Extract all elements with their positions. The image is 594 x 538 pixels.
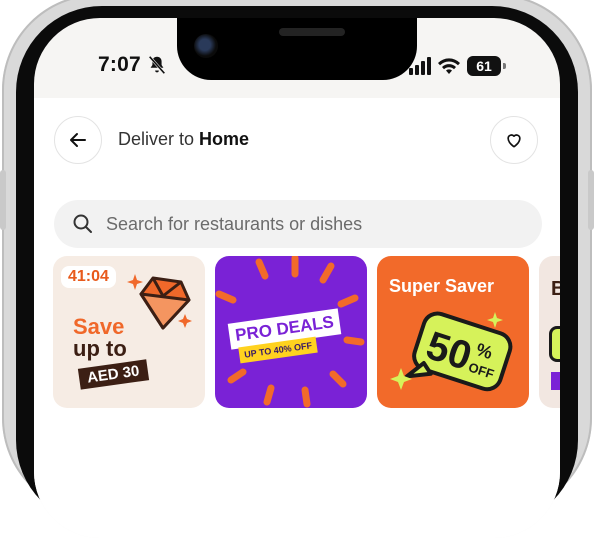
search-input[interactable] <box>104 212 528 236</box>
promo-card-pro-deals[interactable]: PRO DEALS UP TO 40% OFF <box>215 256 367 408</box>
deliver-location[interactable]: Deliver to Home <box>118 129 249 150</box>
deliver-prefix: Deliver to <box>118 129 195 149</box>
signal-icon <box>409 57 431 75</box>
back-arrow-icon <box>70 133 86 147</box>
partial-card-tag <box>551 372 560 390</box>
status-time: 7:07 <box>98 53 141 76</box>
phone-side-button-right <box>588 170 594 230</box>
phone-side-button <box>0 170 6 230</box>
partial-card-badge <box>549 326 560 362</box>
battery-indicator: 61 <box>467 56 506 76</box>
partial-card-letter: B <box>551 278 560 300</box>
promo-card-super-saver[interactable]: Super Saver 50 % OFF <box>377 256 529 408</box>
bell-slash-icon <box>148 55 166 75</box>
sparkle-icon <box>390 312 503 390</box>
promo-card-save[interactable]: 41:04 Save up to AED 30 <box>53 256 205 408</box>
deliver-location-name: Home <box>199 129 250 149</box>
front-camera <box>194 34 218 58</box>
save-headline: Save up to <box>73 316 127 360</box>
gem-icon <box>127 274 192 330</box>
heart-icon <box>507 134 521 148</box>
countdown-timer: 41:04 <box>61 266 116 288</box>
search-bar[interactable] <box>54 200 542 248</box>
promo-card-partial[interactable]: B <box>539 256 560 408</box>
wifi-icon <box>438 58 460 74</box>
favorite-button[interactable] <box>490 116 538 164</box>
save-amount-badge: AED 30 <box>77 359 149 390</box>
speaker-grille <box>279 28 345 36</box>
phone-screen: 7:07 61 Deliver to Home Search for resta… <box>34 18 560 538</box>
search-icon <box>73 214 92 233</box>
save-line-2: up to <box>73 336 127 361</box>
status-right: 61 <box>409 54 506 78</box>
app-content: Deliver to Home 41:04 <box>34 98 560 538</box>
save-line-1: Save <box>73 314 125 339</box>
back-button[interactable] <box>54 116 102 164</box>
